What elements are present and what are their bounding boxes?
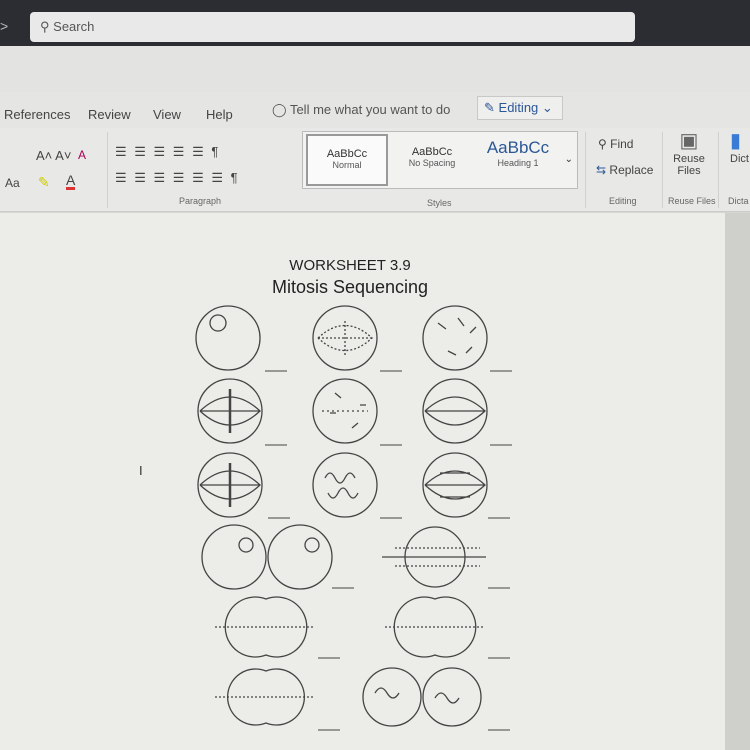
cell-metaphase-1 bbox=[312, 305, 378, 371]
style-heading-1[interactable]: AaBbCc Heading 1 bbox=[475, 134, 561, 186]
cell-telophase-3 bbox=[385, 596, 485, 658]
cell-metaphase-3 bbox=[197, 452, 263, 518]
chevron-down-icon: ⌄ bbox=[541, 100, 553, 115]
window-band bbox=[0, 46, 750, 92]
group-label-styles: Styles bbox=[427, 198, 452, 208]
document-page[interactable]: WORKSHEET 3.9 Mitosis Sequencing I bbox=[0, 213, 725, 750]
clear-format-icon[interactable]: A bbox=[78, 148, 86, 162]
cell-anaphase-2 bbox=[422, 452, 488, 518]
dictate-button[interactable]: ▮ Dict bbox=[730, 128, 749, 165]
cell-anaphase-1 bbox=[422, 378, 488, 444]
search-icon: ⚲ bbox=[40, 19, 50, 34]
ribbon: A˄ A˅ A Aa ✎ A ☰ ☰ ☰ ☰ ☰ ¶ ☰ ☰ ☰ ☰ ☰ ☰ ¶… bbox=[0, 128, 750, 212]
tab-review[interactable]: Review bbox=[88, 107, 131, 122]
title-bar: > ⚲ Search bbox=[0, 0, 750, 46]
tab-references[interactable]: References bbox=[4, 107, 70, 122]
pencil-icon: ✎ bbox=[484, 100, 495, 115]
cell-interphase bbox=[195, 305, 261, 371]
daughter-cells bbox=[201, 524, 333, 590]
tab-view[interactable]: View bbox=[153, 107, 181, 122]
font-size-buttons[interactable]: A˄ A˅ bbox=[36, 148, 71, 163]
list-buttons[interactable]: ☰ ☰ ☰ ☰ ☰ ¶ bbox=[115, 144, 220, 160]
scroll-area[interactable] bbox=[725, 213, 750, 750]
tab-help[interactable]: Help bbox=[206, 107, 233, 122]
reuse-files-icon: ▣ bbox=[679, 130, 699, 152]
find-button[interactable]: ⚲ Find bbox=[598, 137, 633, 151]
answer-lines bbox=[265, 370, 512, 731]
tell-me-box[interactable]: ◯ Tell me what you want to do bbox=[272, 102, 450, 118]
styles-gallery: AaBbCc Normal AaBbCc No Spacing AaBbCc Head… bbox=[302, 131, 578, 189]
mode-label: Editing bbox=[498, 100, 539, 115]
cell-metaphase-2 bbox=[197, 378, 263, 444]
cell-telophase-2 bbox=[215, 596, 315, 658]
cell-prophase-chromatin bbox=[312, 452, 378, 518]
mitosis-diagrams bbox=[195, 305, 512, 731]
cell-prophase-1 bbox=[422, 305, 488, 371]
highlight-icon[interactable]: ✎ bbox=[38, 174, 50, 191]
cell-cytokinesis bbox=[215, 668, 315, 726]
ribbon-tabs: References Review View Help ◯ Tell me wh… bbox=[0, 92, 750, 128]
align-buttons[interactable]: ☰ ☰ ☰ ☰ ☰ ☰ ¶ bbox=[115, 170, 240, 186]
search-input[interactable]: ⚲ Search bbox=[30, 12, 635, 42]
group-label-reuse-files: Reuse Files bbox=[668, 196, 716, 206]
cell-prophase-2 bbox=[312, 378, 378, 444]
tell-me-text: Tell me what you want to do bbox=[289, 102, 451, 117]
editing-mode-button[interactable]: ✎ Editing ⌄ bbox=[477, 96, 563, 120]
reuse-files-button[interactable]: ▣ Reuse Files bbox=[672, 128, 706, 177]
group-label-paragraph: Paragraph bbox=[179, 196, 222, 206]
cells-interphase-pair bbox=[362, 667, 482, 727]
lightbulb-icon: ◯ bbox=[272, 102, 287, 117]
replace-button[interactable]: ⇆ Replace bbox=[596, 163, 653, 177]
styles-more-icon[interactable]: ⌄ bbox=[565, 154, 573, 165]
group-label-dictate: Dicta bbox=[728, 196, 749, 206]
change-case-button[interactable]: Aa bbox=[5, 176, 20, 190]
group-label-editing: Editing bbox=[609, 196, 637, 206]
microphone-icon: ▮ bbox=[730, 130, 742, 152]
back-arrow-icon[interactable]: > bbox=[0, 18, 8, 34]
style-no-spacing[interactable]: AaBbCc No Spacing bbox=[391, 134, 473, 186]
cell-telophase-1 bbox=[382, 526, 486, 588]
style-normal[interactable]: AaBbCc Normal bbox=[306, 134, 388, 186]
font-color-icon[interactable]: A bbox=[66, 173, 76, 190]
search-placeholder: Search bbox=[53, 19, 95, 34]
